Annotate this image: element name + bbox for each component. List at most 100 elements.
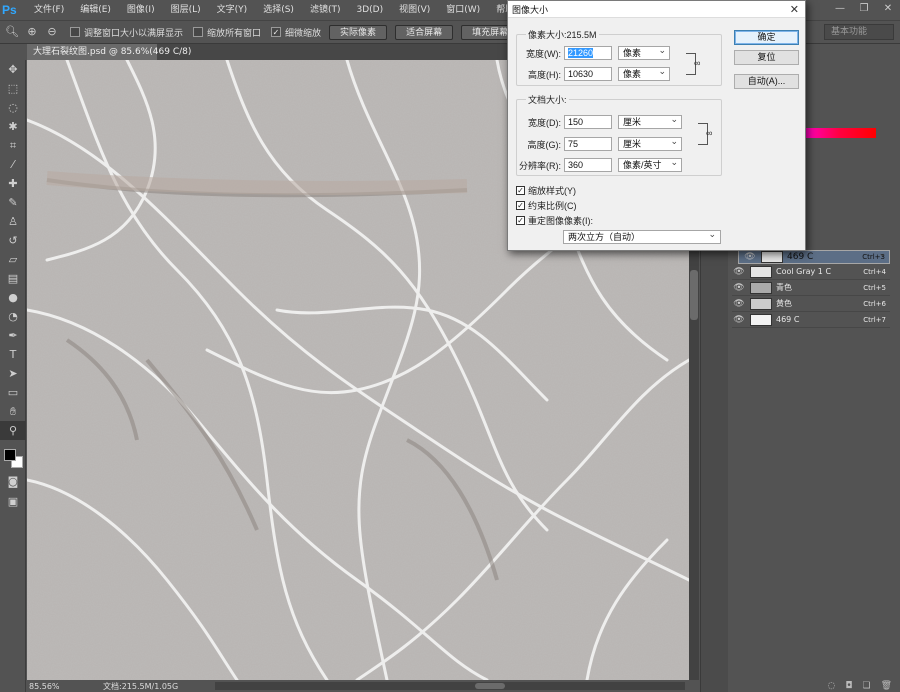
menu-layer[interactable]: 图层(L) — [163, 0, 209, 20]
path-selection-tool-icon[interactable]: ➤ — [0, 364, 26, 383]
doc-width-unit-select[interactable]: 厘米 — [618, 113, 682, 129]
resample-method-select[interactable]: 两次立方（自动） — [563, 228, 721, 244]
restore-button[interactable]: ❐ — [852, 0, 876, 18]
resolution-unit-select[interactable]: 像素/英寸 — [618, 156, 682, 172]
zoom-level[interactable]: 85.56% — [27, 682, 97, 691]
constrain-proportions-checkbox[interactable]: ✓ 约束比例(C) — [516, 199, 577, 212]
checkbox-empty-icon — [70, 27, 80, 37]
menu-file[interactable]: 文件(F) — [26, 0, 72, 20]
eraser-tool-icon[interactable]: ▱ — [0, 250, 26, 269]
pixel-width-unit-select[interactable]: 像素 — [618, 44, 670, 60]
layer-thumbnail — [750, 297, 772, 310]
eye-icon[interactable]: 👁︎ — [732, 283, 746, 293]
type-tool-icon[interactable]: T — [0, 345, 26, 364]
doc-width-input[interactable]: 150 — [564, 115, 612, 129]
eyedropper-tool-icon[interactable]: ⁄ — [0, 155, 26, 174]
scroll-thumb[interactable] — [475, 683, 505, 689]
tools-panel: ✥ ⬚ ◌ ✱ ⌗ ⁄ ✚ ✎ ♙ ↺ ▱ ▤ ● ◔ ✒ T ➤ ▭ ✋︎ ⚲… — [0, 60, 26, 692]
list-item[interactable]: 👁︎ 黄色 Ctrl+6 — [732, 296, 890, 312]
reset-button[interactable]: 复位 — [734, 50, 799, 65]
zoom-all-checkbox[interactable]: 缩放所有窗口 — [193, 26, 261, 39]
shape-tool-icon[interactable]: ▭ — [0, 383, 26, 402]
document-info: 文档:215.5M/1.05G — [103, 681, 179, 691]
load-selection-icon[interactable]: ◌ — [828, 681, 836, 691]
trash-icon[interactable]: 🗑︎ — [881, 681, 892, 691]
menu-3d[interactable]: 3D(D) — [348, 0, 391, 20]
photoshop-logo: Ps — [2, 3, 17, 17]
lasso-tool-icon[interactable]: ◌ — [0, 98, 26, 117]
scroll-thumb[interactable] — [690, 270, 698, 320]
doc-height-input[interactable]: 75 — [564, 137, 612, 151]
menu-filter[interactable]: 滤镜(T) — [302, 0, 349, 20]
horizontal-scrollbar[interactable] — [215, 682, 685, 690]
screen-mode-icon[interactable]: ▣ — [0, 492, 26, 511]
new-channel-icon[interactable]: ❏ — [862, 681, 870, 691]
menu: 文件(F) 编辑(E) 图像(I) 图层(L) 文字(Y) 选择(S) 滤镜(T… — [26, 0, 536, 20]
dialog-close-icon[interactable]: ✕ — [790, 3, 799, 16]
resize-windows-checkbox[interactable]: 调整窗口大小以满屏显示 — [70, 26, 183, 39]
minimize-button[interactable]: — — [828, 0, 852, 18]
menu-type[interactable]: 文字(Y) — [209, 0, 256, 20]
pixel-height-unit-select[interactable]: 像素 — [618, 65, 670, 81]
pixel-width-row: 宽度(W): 21260 像素 — [508, 44, 670, 60]
link-icon: ∞ — [694, 58, 701, 68]
zoom-tool-icon[interactable]: 🔍︎ — [4, 24, 20, 40]
resolution-row: 分辨率(R): 360 像素/英寸 — [508, 156, 682, 172]
scrubby-zoom-checkbox[interactable]: ✓ 细微缩放 — [271, 26, 321, 39]
pen-tool-icon[interactable]: ✒ — [0, 326, 26, 345]
checkbox-empty-icon — [193, 27, 204, 37]
menu-window[interactable]: 窗口(W) — [438, 0, 488, 20]
scale-styles-checkbox[interactable]: ✓ 缩放样式(Y) — [516, 184, 576, 197]
quick-mask-icon[interactable]: ◙ — [0, 472, 26, 491]
crop-tool-icon[interactable]: ⌗ — [0, 136, 26, 155]
dodge-tool-icon[interactable]: ◔ — [0, 307, 26, 326]
menu-select[interactable]: 选择(S) — [255, 0, 302, 20]
layer-thumbnail — [761, 251, 783, 263]
blur-tool-icon[interactable]: ● — [0, 288, 26, 307]
zoom-in-icon[interactable]: ⊕ — [24, 24, 40, 40]
pixel-width-input[interactable]: 21260 — [564, 46, 612, 60]
resolution-input[interactable]: 360 — [564, 158, 612, 172]
zoom-out-icon[interactable]: ⊖ — [44, 24, 60, 40]
list-item[interactable]: 👁︎ 469 C Ctrl+3 — [738, 248, 890, 264]
document-size-label: 文档大小: — [526, 93, 569, 106]
layer-thumbnail — [750, 265, 772, 278]
stamp-tool-icon[interactable]: ♙ — [0, 212, 26, 231]
save-selection-icon[interactable]: ◘ — [845, 681, 852, 691]
window-controls: — ❐ ✕ — [828, 0, 900, 18]
eye-icon[interactable]: 👁︎ — [743, 251, 757, 263]
magic-wand-tool-icon[interactable]: ✱ — [0, 117, 26, 136]
list-item[interactable]: 👁︎ Cool Gray 1 C Ctrl+4 — [732, 264, 890, 280]
resample-checkbox[interactable]: ✓ 重定图像像素(I): — [516, 214, 593, 227]
zoom-tool-icon[interactable]: ⚲ — [0, 421, 26, 440]
eye-icon[interactable]: 👁︎ — [732, 299, 746, 309]
hand-tool-icon[interactable]: ✋︎ — [0, 402, 26, 421]
layer-thumbnail — [750, 281, 772, 294]
doc-height-unit-select[interactable]: 厘米 — [618, 135, 682, 151]
close-button[interactable]: ✕ — [876, 0, 900, 18]
list-item[interactable]: 👁︎ 青色 Ctrl+5 — [732, 280, 890, 296]
panel-footer: ◌ ◘ ❏ 🗑︎ — [730, 680, 900, 692]
menu-view[interactable]: 视图(V) — [391, 0, 438, 20]
workspace-switcher[interactable]: 基本功能 — [824, 24, 894, 40]
dialog-title: 图像大小 — [508, 1, 805, 18]
history-brush-tool-icon[interactable]: ↺ — [0, 231, 26, 250]
auto-button[interactable]: 自动(A)... — [734, 74, 799, 89]
eye-icon[interactable]: 👁︎ — [732, 267, 746, 277]
foreground-color-swatch[interactable] — [4, 449, 16, 461]
list-item[interactable]: 👁︎ 469 C Ctrl+7 — [732, 312, 890, 328]
healing-brush-tool-icon[interactable]: ✚ — [0, 174, 26, 193]
ok-button[interactable]: 确定 — [734, 30, 799, 45]
menu-image[interactable]: 图像(I) — [119, 0, 163, 20]
move-tool-icon[interactable]: ✥ — [0, 60, 26, 79]
gradient-tool-icon[interactable]: ▤ — [0, 269, 26, 288]
menu-edit[interactable]: 编辑(E) — [72, 0, 119, 20]
pixel-height-input[interactable]: 10630 — [564, 67, 612, 81]
link-icon: ∞ — [706, 128, 713, 138]
actual-pixels-button[interactable]: 实际像素 — [329, 24, 388, 40]
marquee-tool-icon[interactable]: ⬚ — [0, 79, 26, 98]
brush-tool-icon[interactable]: ✎ — [0, 193, 26, 212]
eye-icon[interactable]: 👁︎ — [732, 315, 746, 325]
fit-screen-button[interactable]: 适合屏幕 — [395, 24, 454, 40]
document-tab[interactable]: 大理石裂纹图.psd @ 85.6%(469 C/8) — [27, 44, 191, 60]
